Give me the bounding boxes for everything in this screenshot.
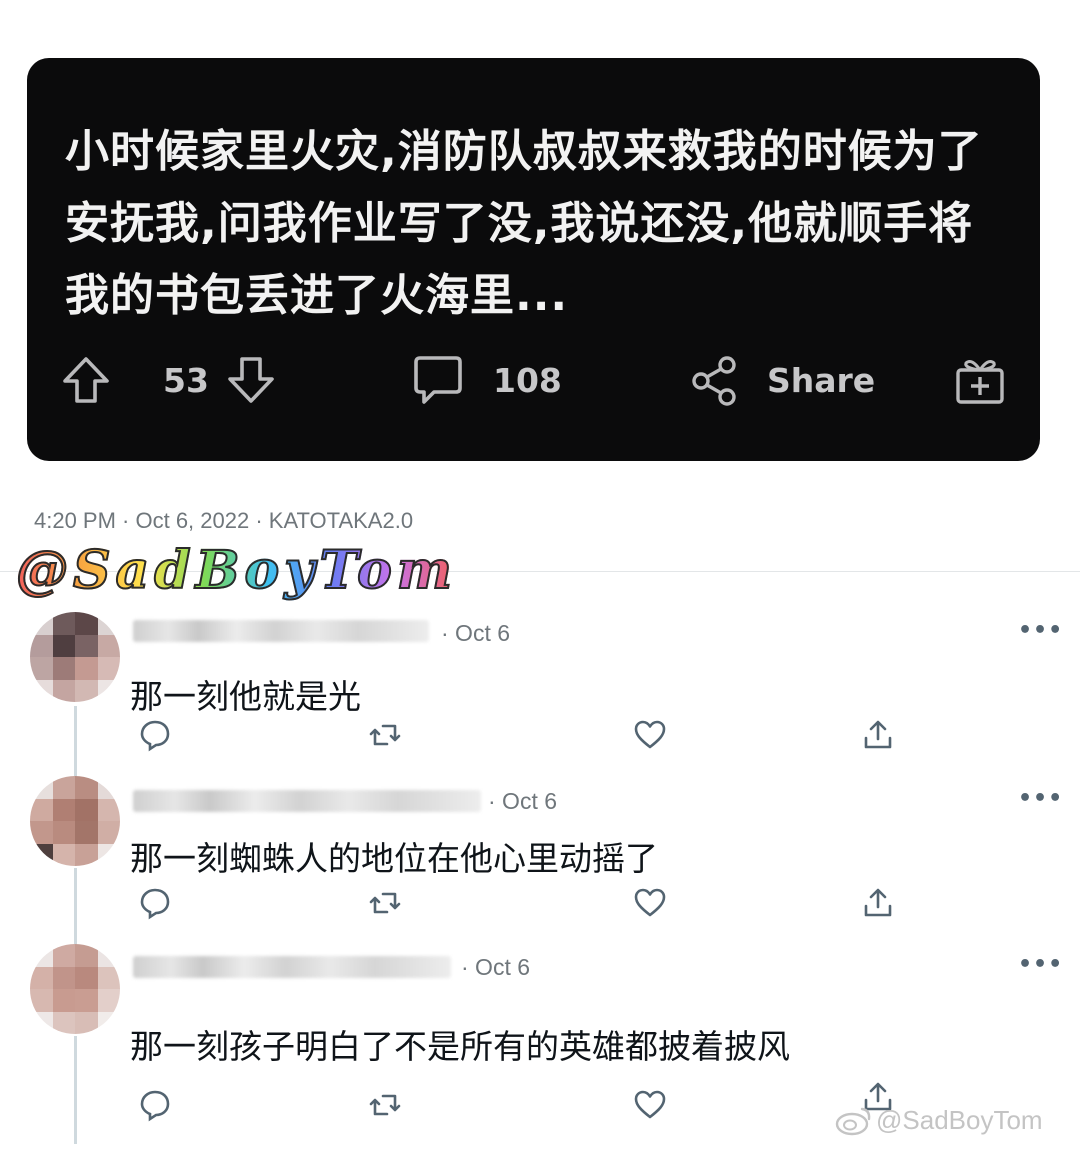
post-timestamp-meta: 4:20 PM · Oct 6, 2022 · KATOTAKA2.0 (34, 508, 414, 533)
reply-text: 那一刻他就是光 (130, 677, 361, 716)
post-card: 小时候家里火灾,消防队叔叔来救我的时候为了安抚我,问我作业写了没,我说还没,他就… (27, 58, 1040, 461)
more-options-icon[interactable]: ••• (1018, 618, 1063, 643)
like-heart-icon[interactable] (633, 886, 667, 920)
avatar[interactable] (30, 944, 120, 1034)
reply-text: 那一刻蜘蛛人的地位在他心里动摇了 (130, 839, 658, 878)
watermark-handle: @SadBoyTom (15, 539, 457, 610)
comment-bubble-icon (414, 356, 462, 404)
blurred-username (133, 790, 481, 812)
share-label: Share (767, 360, 876, 400)
reply-icon[interactable] (138, 886, 172, 920)
reply-actions (0, 718, 1080, 758)
more-options-icon[interactable]: ••• (1018, 952, 1063, 977)
arrow-up-icon (63, 357, 109, 403)
more-options-icon[interactable]: ••• (1018, 786, 1063, 811)
comments-button[interactable]: 108 (410, 348, 562, 412)
weibo-logo-icon (835, 1107, 871, 1136)
share-upload-icon[interactable] (861, 718, 895, 752)
like-heart-icon[interactable] (633, 1088, 667, 1122)
share-nodes-icon (692, 356, 736, 406)
reply-icon[interactable] (138, 1088, 172, 1122)
retweet-icon[interactable] (368, 718, 402, 752)
blurred-username (133, 620, 429, 642)
avatar[interactable] (30, 612, 120, 702)
like-heart-icon[interactable] (633, 718, 667, 752)
avatar[interactable] (30, 776, 120, 866)
downvote-button[interactable] (225, 348, 277, 412)
reply-date: · Oct 6 (461, 954, 531, 980)
award-button[interactable] (952, 348, 1008, 412)
reply-text: 那一刻孩子明白了不是所有的英雄都披着披风 (130, 1027, 790, 1066)
weibo-watermark-text: @SadBoyTom (876, 1104, 1043, 1135)
arrow-down-icon (228, 357, 274, 403)
gift-icon (956, 360, 1004, 404)
vote-count: 53 (163, 360, 209, 400)
reply-actions (0, 886, 1080, 926)
upvote-button[interactable] (60, 348, 112, 412)
reply-date: · Oct 6 (488, 788, 558, 814)
comment-count: 108 (493, 360, 562, 400)
post-body-text: 小时候家里火灾,消防队叔叔来救我的时候为了安抚我,问我作业写了没,我说还没,他就… (65, 126, 983, 321)
reply-icon[interactable] (138, 718, 172, 752)
retweet-icon[interactable] (368, 1088, 402, 1122)
post-action-bar: 53 108 Share (27, 348, 1040, 412)
reply-date: · Oct 6 (441, 620, 511, 646)
share-button[interactable]: Share (689, 348, 875, 412)
retweet-icon[interactable] (368, 886, 402, 920)
weibo-watermark: @SadBoyTom (834, 1104, 1043, 1136)
blurred-username (133, 956, 451, 978)
share-upload-icon[interactable] (861, 886, 895, 920)
